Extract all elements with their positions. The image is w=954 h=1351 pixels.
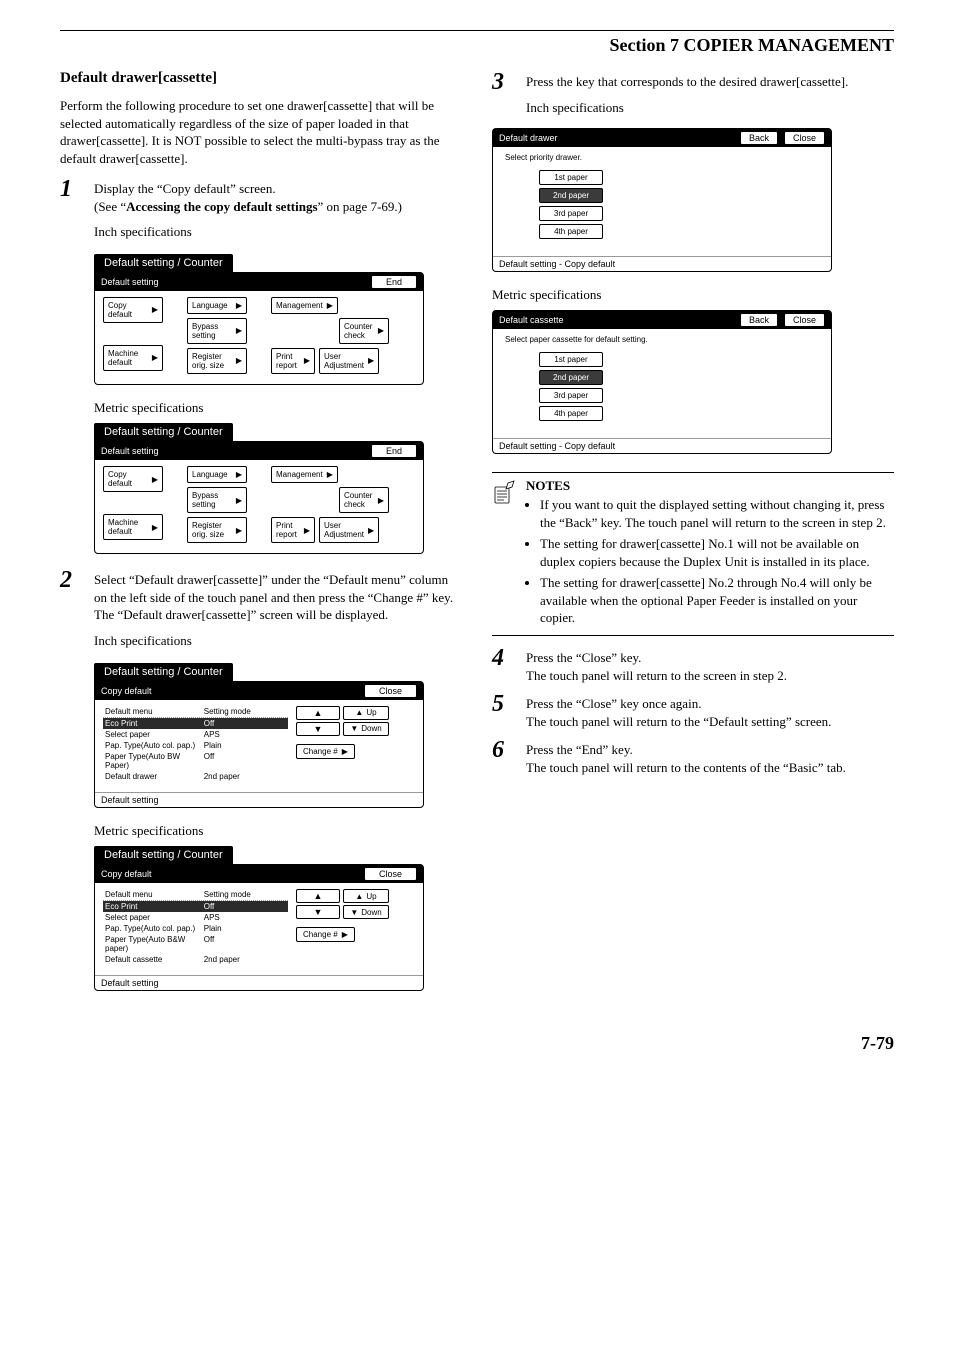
step-number: 2 — [60, 568, 82, 653]
note-item: The setting for drawer[cassette] No.2 th… — [540, 574, 894, 627]
change-number-button[interactable]: Change #▶ — [296, 744, 355, 759]
menu-item[interactable]: Pap. Type(Auto col. pap.)Plain — [103, 740, 288, 751]
user-adjustment-button[interactable]: User Adjustment▶ — [319, 348, 379, 374]
page-title: Default drawer[cassette] — [60, 70, 462, 87]
paper-2-button[interactable]: 2nd paper — [539, 188, 603, 203]
step-number: 4 — [492, 646, 514, 684]
end-button[interactable]: End — [371, 275, 417, 289]
spec-label: Inch specifications — [94, 632, 462, 650]
default-cassette-panel-metric: Default cassette Back Close Select paper… — [492, 310, 832, 454]
step1-line2: (See “Accessing the copy default setting… — [94, 198, 462, 216]
step-number: 1 — [60, 177, 82, 245]
menu-item[interactable]: Eco PrintOff — [103, 901, 288, 912]
copy-default-panel-metric: Default setting / Counter Copy defaultCl… — [94, 845, 424, 991]
step3-text: Press the key that corresponds to the de… — [526, 73, 894, 91]
menu-item[interactable]: Pap. Type(Auto col. pap.)Plain — [103, 923, 288, 934]
step2-text1: Select “Default drawer[cassette]” under … — [94, 571, 462, 606]
machine-default-button[interactable]: Machine default▶ — [103, 345, 163, 371]
paper-3-button[interactable]: 3rd paper — [539, 388, 603, 403]
management-button[interactable]: Management▶ — [271, 297, 338, 314]
close-button[interactable]: Close — [364, 867, 417, 881]
panel-bar-label: Default setting — [101, 277, 159, 287]
step-number: 5 — [492, 692, 514, 730]
down-button[interactable]: ▼ Down — [343, 722, 389, 736]
paper-2-button[interactable]: 2nd paper — [539, 370, 603, 385]
menu-item[interactable]: Paper Type(Auto B&W paper)Off — [103, 934, 288, 954]
paper-1-button[interactable]: 1st paper — [539, 170, 603, 185]
paper-3-button[interactable]: 3rd paper — [539, 206, 603, 221]
back-button[interactable]: Back — [740, 313, 778, 327]
scroll-up-arrow[interactable]: ▲ — [296, 706, 340, 720]
language-button[interactable]: Language▶ — [187, 297, 247, 314]
print-report-button[interactable]: Print report▶ — [271, 348, 315, 374]
paper-4-button[interactable]: 4th paper — [539, 406, 603, 421]
counter-check-button[interactable]: Counter check▶ — [339, 318, 389, 344]
intro-text: Perform the following procedure to set o… — [60, 97, 462, 167]
step2-text2: The “Default drawer[cassette]” screen wi… — [94, 606, 462, 624]
menu-item[interactable]: Default drawer2nd paper — [103, 771, 288, 782]
notes-icon — [492, 477, 518, 631]
page-number: 7-79 — [60, 1033, 894, 1054]
spec-label: Inch specifications — [94, 223, 462, 241]
default-drawer-panel-inch: Default drawer Back Close Select priorit… — [492, 128, 832, 272]
step-number: 6 — [492, 738, 514, 776]
step-number: 3 — [492, 70, 514, 120]
default-setting-panel-inch: Default setting / Counter Default settin… — [94, 253, 424, 385]
register-orig-size-button[interactable]: Register orig. size▶ — [187, 348, 247, 374]
menu-item[interactable]: Select paperAPS — [103, 912, 288, 923]
end-button[interactable]: End — [371, 444, 417, 458]
default-menu-list[interactable]: Default menuSetting mode Eco PrintOffSel… — [103, 889, 288, 965]
paper-1-button[interactable]: 1st paper — [539, 352, 603, 367]
menu-item[interactable]: Paper Type(Auto BW Paper)Off — [103, 751, 288, 771]
note-item: The setting for drawer[cassette] No.1 wi… — [540, 535, 894, 570]
menu-item[interactable]: Default cassette2nd paper — [103, 954, 288, 965]
spec-label: Metric specifications — [94, 399, 462, 417]
note-item: If you want to quit the displayed settin… — [540, 496, 894, 531]
default-menu-list[interactable]: Default menuSetting mode Eco PrintOffSel… — [103, 706, 288, 782]
default-setting-panel-metric: Default setting / Counter Default settin… — [94, 422, 424, 554]
copy-default-button[interactable]: Copy default▶ — [103, 297, 163, 323]
menu-item[interactable]: Select paperAPS — [103, 729, 288, 740]
spec-label: Metric specifications — [492, 286, 894, 304]
change-number-button[interactable]: Change #▶ — [296, 927, 355, 942]
close-button[interactable]: Close — [784, 131, 825, 145]
back-button[interactable]: Back — [740, 131, 778, 145]
menu-item[interactable]: Eco PrintOff — [103, 718, 288, 729]
copy-default-panel-inch: Default setting / Counter Copy defaultCl… — [94, 662, 424, 808]
step1-line1: Display the “Copy default” screen. — [94, 180, 462, 198]
scroll-down-arrow[interactable]: ▼ — [296, 722, 340, 736]
bypass-setting-button[interactable]: Bypass setting▶ — [187, 318, 247, 344]
section-header: Section 7 COPIER MANAGEMENT — [60, 35, 894, 56]
notes-box: NOTES If you want to quit the displayed … — [492, 472, 894, 636]
close-button[interactable]: Close — [784, 313, 825, 327]
spec-label: Metric specifications — [94, 822, 462, 840]
close-button[interactable]: Close — [364, 684, 417, 698]
up-button[interactable]: ▲ Up — [343, 706, 389, 720]
spec-label: Inch specifications — [526, 99, 894, 117]
paper-4-button[interactable]: 4th paper — [539, 224, 603, 239]
